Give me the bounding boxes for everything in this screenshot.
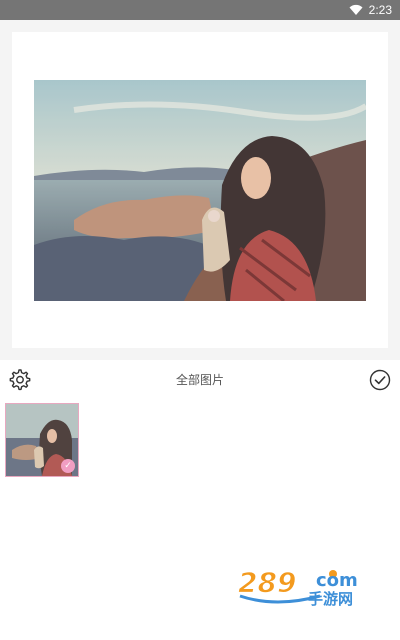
svg-text:289: 289 [238,566,296,599]
svg-text:手游网: 手游网 [308,590,353,606]
svg-text:com: com [316,570,358,591]
status-bar: 2:23 [0,0,400,20]
status-icons: 2:23 [349,0,392,20]
photo-thumbnail[interactable]: ✓ [5,403,79,477]
selected-photo[interactable] [34,80,366,301]
toolbar: 全部图片 [0,360,400,400]
check-badge-icon[interactable]: ✓ [61,459,75,473]
watermark-logo: 289 com 手游网 [236,562,384,607]
status-time: 2:23 [368,3,392,17]
photo-card [12,32,388,348]
check-circle-icon[interactable] [369,369,391,391]
album-title[interactable]: 全部图片 [0,371,400,388]
wifi-icon [349,4,363,16]
preview-area [0,20,400,360]
